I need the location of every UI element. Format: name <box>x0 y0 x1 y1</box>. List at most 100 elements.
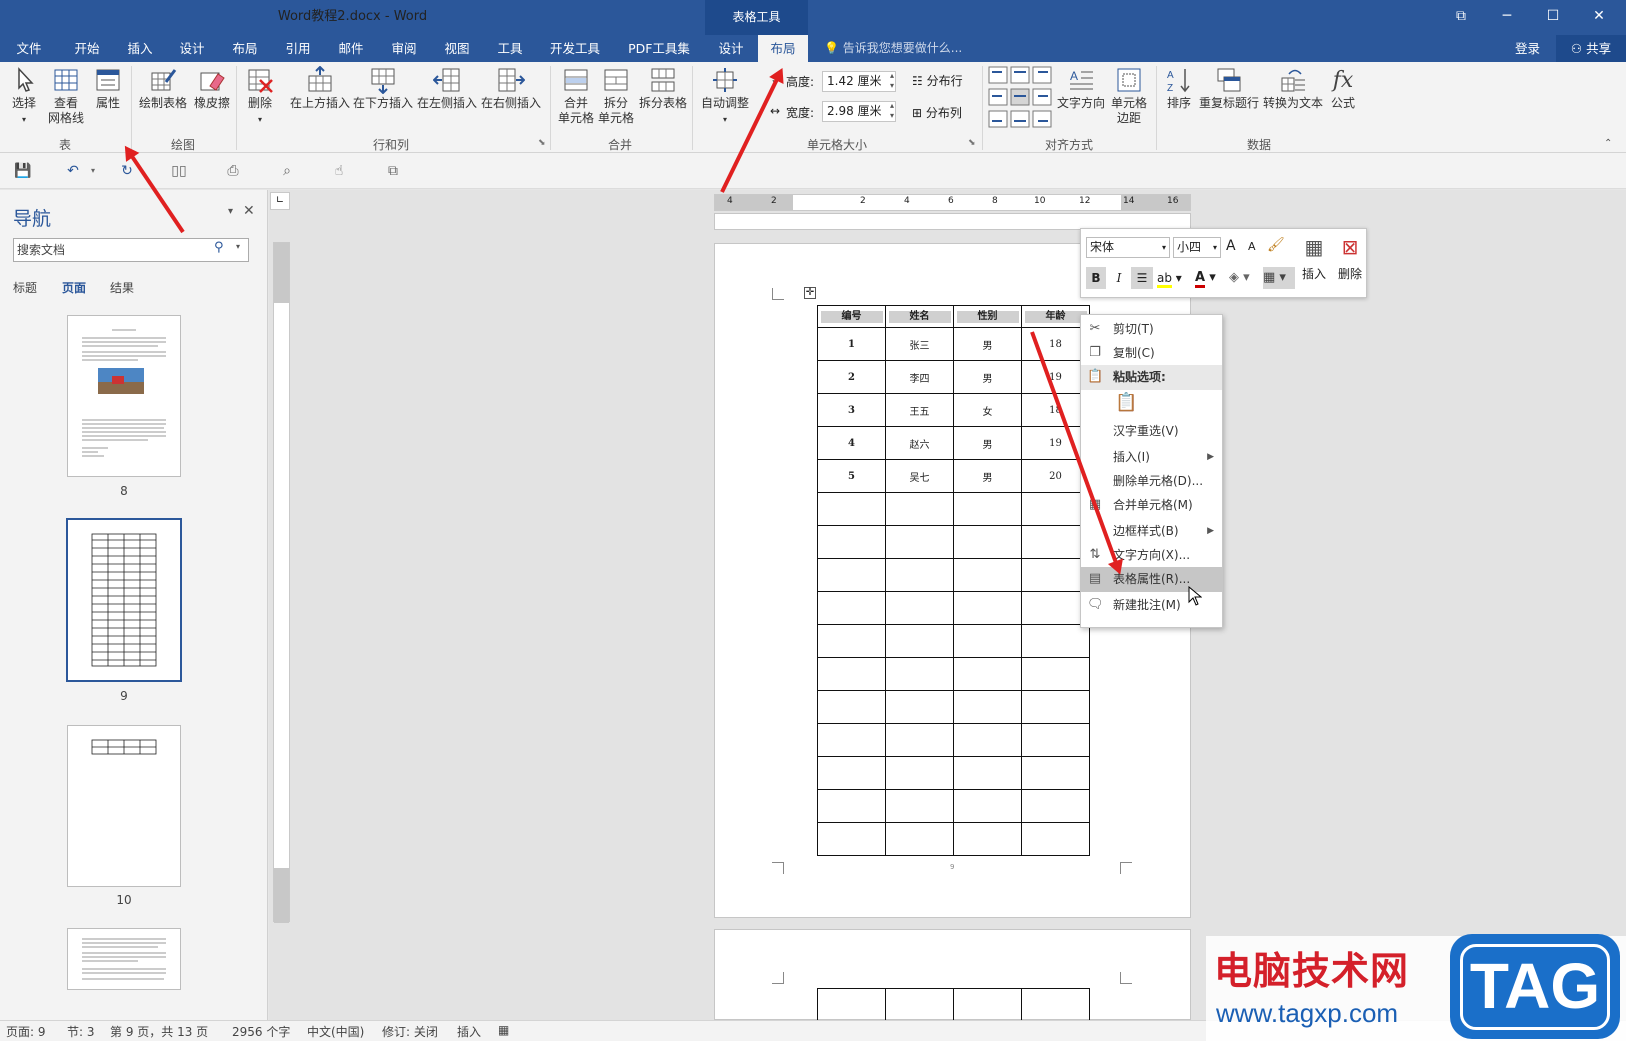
context-menu-item[interactable]: ⇅ 文字方向(X)... <box>1081 543 1222 568</box>
table-cell[interactable]: 赵六 <box>885 426 954 460</box>
page-thumbnail-8[interactable] <box>67 315 181 477</box>
search-icon[interactable]: ⚲ <box>214 240 224 255</box>
highlight-icon[interactable]: ab ▾ <box>1157 267 1191 289</box>
table-cell[interactable] <box>1021 624 1090 658</box>
draw-table-button[interactable]: 绘制表格 <box>138 66 188 111</box>
table-cell[interactable] <box>817 822 886 856</box>
distribute-cols-button[interactable]: ⊞ 分布列 <box>912 104 962 121</box>
tab-references[interactable]: 引用 <box>274 35 322 62</box>
undo-dropdown-icon[interactable]: ▾ <box>84 162 102 180</box>
table-cell[interactable]: 3 <box>817 393 886 427</box>
table-cell[interactable] <box>885 657 954 691</box>
table-header-cell[interactable]: 姓名 <box>885 305 954 328</box>
table-cell[interactable] <box>885 690 954 724</box>
status-insert-mode[interactable]: 插入 <box>457 1023 481 1040</box>
context-menu-item[interactable]: ▦合并单元格(M) <box>1081 493 1222 518</box>
font-size-box[interactable]: 小四 ▾ <box>1173 237 1221 258</box>
view-gridlines-button[interactable]: 查看 网格线 <box>46 66 86 126</box>
text-direction-button[interactable]: A 文字方向 <box>1056 66 1106 111</box>
data-table[interactable]: 编号 姓名 性别 年龄 1 张三男 18 2 李四男 19 3 王五女 18 4 赵六男 19 5 吴七男 20 <box>817 305 1090 856</box>
table-cell[interactable] <box>953 591 1022 625</box>
mini-insert-button[interactable]: ▦ 插入 <box>1297 235 1331 282</box>
vertical-ruler[interactable] <box>273 242 290 923</box>
table-cell[interactable] <box>953 822 1022 856</box>
status-language[interactable]: 中文(中国) <box>307 1023 364 1040</box>
page-thumbnail-9[interactable] <box>66 518 182 682</box>
repeat-header-button[interactable]: 重复标题行 <box>1198 66 1260 111</box>
mini-delete-button[interactable]: ⊠ 删除 <box>1333 235 1367 282</box>
table-cell[interactable] <box>885 492 954 526</box>
tab-table-layout[interactable]: 布局 <box>758 35 808 62</box>
tab-table-design[interactable]: 设计 <box>707 35 755 62</box>
save-icon[interactable]: 💾 <box>14 162 32 180</box>
table-cell[interactable] <box>817 591 886 625</box>
table-header-cell[interactable]: 编号 <box>817 305 886 328</box>
eraser-button[interactable]: 橡皮擦 <box>192 66 232 111</box>
height-spinner[interactable]: ▴ ▾ <box>890 71 894 91</box>
table-cell[interactable]: 女 <box>953 393 1022 427</box>
redo-icon[interactable]: ↻ <box>118 162 136 180</box>
tab-review[interactable]: 审阅 <box>380 35 428 62</box>
table-cell[interactable] <box>885 723 954 757</box>
table-move-handle-icon[interactable]: ✛ <box>804 287 816 299</box>
delete-button[interactable]: 删除 ▾ <box>242 66 278 127</box>
table-cell[interactable]: 2 <box>817 360 886 394</box>
italic-button[interactable]: I <box>1111 267 1127 289</box>
page-10-table[interactable] <box>817 988 1090 1020</box>
collapse-ribbon-icon[interactable]: ⌃ <box>1604 138 1612 149</box>
horizontal-ruler[interactable]: 4 2 2 4 6 8 10 12 14 16 <box>714 194 1191 211</box>
table-cell[interactable] <box>953 789 1022 823</box>
table-cell[interactable]: 男 <box>953 459 1022 493</box>
nav-tab-results[interactable]: 结果 <box>110 279 134 296</box>
table-cell[interactable]: 吴七 <box>885 459 954 493</box>
table-cell[interactable] <box>1021 690 1090 724</box>
table-header-cell[interactable]: 性别 <box>953 305 1022 328</box>
search-dropdown-icon[interactable]: ▾ <box>236 242 240 251</box>
table-cell[interactable] <box>953 690 1022 724</box>
status-page-of[interactable]: 第 9 页，共 13 页 <box>110 1023 208 1040</box>
status-page[interactable]: 页面: 9 <box>6 1023 46 1040</box>
print-preview-icon[interactable]: ⎙ <box>224 162 242 180</box>
table-cell[interactable] <box>817 723 886 757</box>
insert-right-button[interactable]: 在右侧插入 <box>480 66 542 111</box>
table-cell[interactable]: 1 <box>817 327 886 361</box>
nav-tab-headings[interactable]: 标题 <box>13 279 37 296</box>
bold-button[interactable]: B <box>1086 267 1106 289</box>
table-cell[interactable] <box>1021 789 1090 823</box>
context-menu-item[interactable]: 汉字重选(V) <box>1081 419 1222 444</box>
cell-margins-button[interactable]: 单元格 边距 <box>1108 66 1150 126</box>
tab-tools[interactable]: 工具 <box>486 35 534 62</box>
table-cell[interactable] <box>885 789 954 823</box>
table-cell[interactable]: 5 <box>817 459 886 493</box>
table-cell[interactable] <box>817 756 886 790</box>
table-cell[interactable]: 张三 <box>885 327 954 361</box>
table-cell[interactable] <box>1021 822 1090 856</box>
tab-layout[interactable]: 布局 <box>221 35 269 62</box>
format-painter-icon[interactable]: 🖌 <box>1267 237 1285 253</box>
table-cell[interactable] <box>885 525 954 559</box>
table-cell[interactable] <box>885 624 954 658</box>
tab-pdf-tools[interactable]: PDF工具集 <box>620 35 698 62</box>
table-cell[interactable] <box>817 624 886 658</box>
tab-developer[interactable]: 开发工具 <box>542 35 608 62</box>
tab-mailings[interactable]: 邮件 <box>327 35 375 62</box>
table-cell[interactable] <box>885 558 954 592</box>
table-cell[interactable] <box>817 492 886 526</box>
table-cell[interactable] <box>953 558 1022 592</box>
macro-record-icon[interactable]: ▦ <box>498 1023 509 1037</box>
width-spinner[interactable]: ▴ ▾ <box>890 101 894 121</box>
status-track-changes[interactable]: 修订: 关闭 <box>382 1023 438 1040</box>
table-cell[interactable]: 4 <box>817 426 886 460</box>
merge-cells-button[interactable]: 合并 单元格 <box>557 66 595 126</box>
font-name-box[interactable]: 宋体 ▾ <box>1086 237 1170 258</box>
cell-alignment-icon[interactable] <box>988 66 1052 128</box>
ribbon-display-icon[interactable]: ⧉ <box>1438 0 1484 35</box>
context-menu-item[interactable]: ✂ 剪切(T) <box>1081 317 1222 342</box>
table-cell[interactable] <box>817 789 886 823</box>
shading-icon[interactable]: ◈ ▾ <box>1229 267 1261 289</box>
context-menu-item[interactable]: 删除单元格(D)... <box>1081 469 1222 494</box>
insert-left-button[interactable]: 在左侧插入 <box>416 66 478 111</box>
nav-close-icon[interactable]: ✕ <box>243 203 255 219</box>
tab-view[interactable]: 视图 <box>433 35 481 62</box>
table-cell[interactable] <box>817 525 886 559</box>
